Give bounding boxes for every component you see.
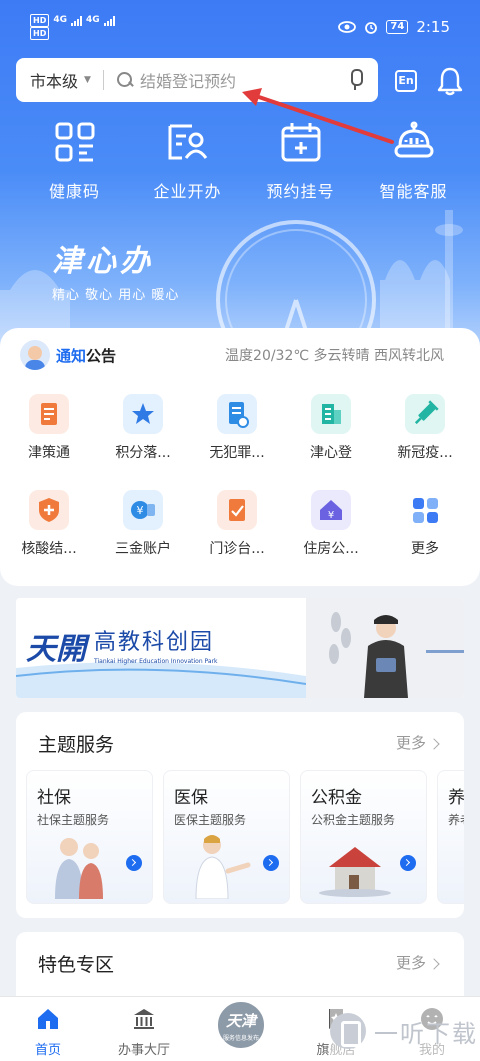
section-title: 特色专区	[38, 954, 115, 976]
service-three-funds-account[interactable]: ¥ 三金账户	[96, 484, 190, 580]
go-arrow-icon	[126, 855, 142, 871]
caret-down-icon: ▼	[84, 75, 91, 85]
services-card: 通知公告 温度20/32℃ 多云转晴 西风转北风 津策通 积分落... 无犯罪.…	[0, 328, 480, 586]
mascot-avatar-icon	[20, 340, 50, 370]
brand-title: 津心办	[52, 244, 154, 279]
quick-action-customer-service[interactable]: 智能客服	[357, 120, 470, 202]
doctor-illustration	[195, 835, 251, 899]
clipboard-check-icon	[217, 490, 257, 530]
go-arrow-icon	[263, 855, 279, 871]
home-icon	[38, 1009, 58, 1029]
calendar-plus-icon	[281, 123, 320, 162]
enterprise-id-icon	[168, 124, 207, 160]
service-no-criminal-record[interactable]: 无犯罪...	[190, 388, 284, 484]
search-bar[interactable]: 市本级 ▼ 结婚登记预约	[16, 58, 378, 102]
theme-card-medical-insurance[interactable]: 医保 医保主题服务	[163, 770, 290, 904]
yuan-card-icon: ¥	[123, 490, 163, 530]
city-selector[interactable]: 市本级 ▼	[30, 68, 91, 92]
brand-subtitle: 精心 敬心 用心 暖心	[52, 288, 180, 303]
quick-actions: 健康码 企业开办 预约挂号 智能客服	[0, 120, 480, 202]
banner-subtitle: Tiankai Higher Education Innovation Park	[94, 658, 218, 665]
service-grid: 津策通 积分落... 无犯罪... 津心登 新冠疫... 核酸结... ¥ 三金…	[0, 388, 480, 580]
watermark-logo-icon	[330, 1013, 366, 1049]
house-yuan-icon: ¥	[311, 490, 351, 530]
service-covid-vaccine[interactable]: 新冠疫...	[378, 388, 472, 484]
clock: 2:15	[416, 18, 450, 36]
more-link[interactable]: 更多	[396, 952, 440, 973]
policy-doc-icon	[29, 394, 69, 434]
theme-card-social-security[interactable]: 社保 社保主题服务	[26, 770, 153, 904]
divider	[102, 70, 104, 90]
more-grid-icon	[405, 490, 445, 530]
notice-title: 通知公告	[56, 346, 117, 365]
chevron-right-icon	[428, 738, 440, 750]
building-icon	[311, 394, 351, 434]
service-jinxindeng[interactable]: 津心登	[284, 388, 378, 484]
government-building-icon	[134, 1009, 154, 1029]
watermark: 一听下载	[330, 1006, 480, 1056]
status-bar: HD 4G 4G HD 74 2:15	[0, 0, 480, 54]
promo-banner[interactable]: 天開 高教科创园 Tiankai Higher Education Innova…	[16, 598, 464, 698]
eye-icon	[338, 21, 357, 33]
section-title: 主题服务	[38, 734, 115, 756]
weather-info: 温度20/32℃ 多云转晴 西风转北风	[225, 348, 444, 364]
language-toggle-button[interactable]: En	[395, 70, 417, 92]
house-illustration	[319, 847, 391, 897]
go-arrow-icon	[400, 855, 416, 871]
service-more[interactable]: 更多	[378, 484, 472, 580]
elderly-couple-illustration	[55, 838, 103, 899]
hero-header: HD 4G 4G HD 74 2:15 市本级 ▼ 结婚登记预约 En 健康码 …	[0, 0, 480, 380]
search-input[interactable]: 结婚登记预约	[140, 68, 348, 92]
signal-icon	[103, 15, 115, 26]
nav-service-hall[interactable]: 办事大厅	[96, 997, 192, 1061]
service-points-settlement[interactable]: 积分落...	[96, 388, 190, 484]
hd-badge: HD	[30, 14, 50, 27]
more-link[interactable]: 更多	[396, 732, 440, 753]
certificate-icon	[217, 394, 257, 434]
quick-action-appointment[interactable]: 预约挂号	[244, 120, 357, 202]
microphone-icon[interactable]	[348, 69, 363, 91]
svg-text:¥: ¥	[328, 510, 334, 521]
quick-action-enterprise[interactable]: 企业开办	[131, 120, 244, 202]
service-outpatient[interactable]: 门诊台...	[190, 484, 284, 580]
quick-action-health-code[interactable]: 健康码	[18, 120, 131, 202]
nav-home[interactable]: 首页	[0, 997, 96, 1061]
robot-icon	[394, 121, 433, 158]
service-housing-fund[interactable]: ¥ 住房公...	[284, 484, 378, 580]
banner-logo: 天開	[26, 632, 86, 667]
theme-card-elderly-care[interactable]: 养 养老	[437, 770, 464, 904]
search-icon	[116, 71, 134, 89]
qr-code-icon	[55, 122, 94, 162]
service-nucleic-acid-result[interactable]: 核酸结...	[2, 484, 96, 580]
bell-icon[interactable]	[436, 66, 464, 96]
syringe-icon	[405, 394, 445, 434]
alarm-icon	[365, 22, 378, 34]
battery-icon: 74	[386, 20, 409, 34]
svg-text:¥: ¥	[137, 504, 144, 517]
theme-services-section: 主题服务 更多 社保 社保主题服务 医保 医保主题服务 公积金 公积金主题服务	[16, 712, 464, 918]
signal-icon	[71, 15, 82, 26]
banner-title: 高教科创园	[94, 630, 215, 655]
brand-slogan: 津心办 精心 敬心 用心 暖心	[52, 236, 179, 303]
tianjin-center-logo-button[interactable]: 天津 服务信息发布	[216, 1000, 266, 1050]
theme-card-housing-fund[interactable]: 公积金 公积金主题服务	[300, 770, 427, 904]
chevron-right-icon	[428, 958, 440, 970]
network-indicators: HD 4G 4G HD	[30, 14, 115, 40]
notice-bar[interactable]: 通知公告 温度20/32℃ 多云转晴 西风转北风	[0, 328, 480, 382]
shield-plus-icon	[29, 490, 69, 530]
hd-badge: HD	[30, 27, 50, 40]
service-jincetong[interactable]: 津策通	[2, 388, 96, 484]
star-badge-icon	[123, 394, 163, 434]
